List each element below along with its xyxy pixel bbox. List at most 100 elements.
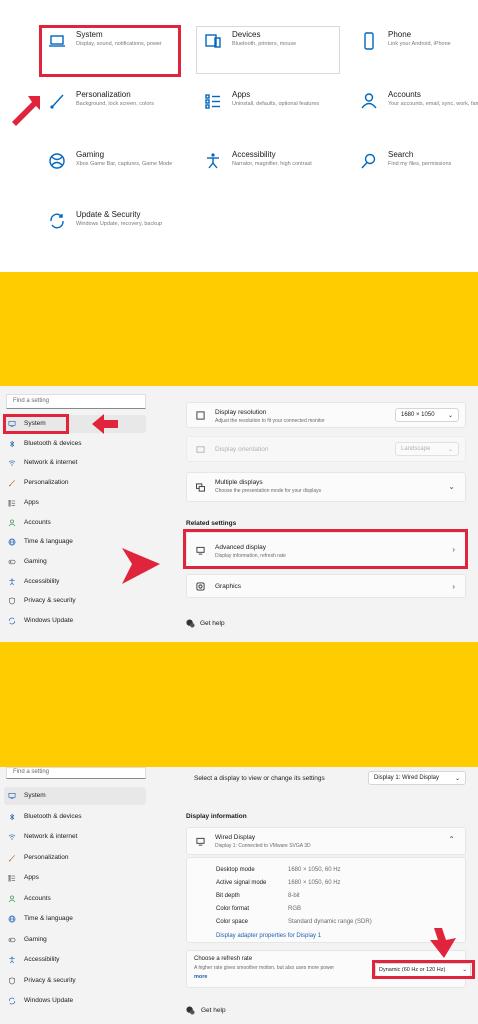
info-row: Desktop mode 1680 × 1050, 60 Hz xyxy=(216,867,341,873)
display-select-dropdown[interactable]: Display 1: Wired Display ⌄ xyxy=(368,771,466,785)
tile-update-security[interactable]: Update & Security Windows Update, recover… xyxy=(40,206,180,254)
tile-subtitle: Link your Android, iPhone xyxy=(388,41,451,47)
sidebar-item-apps[interactable]: Apps xyxy=(4,869,146,887)
sidebar-item-accounts[interactable]: Accounts xyxy=(4,890,146,908)
tile-title: Accessibility xyxy=(232,150,276,159)
get-help-link[interactable]: Get help xyxy=(201,1007,226,1014)
phone-icon xyxy=(360,32,378,50)
info-key: Desktop mode xyxy=(216,867,255,873)
refresh-rate-title: Choose a refresh rate xyxy=(194,956,253,962)
chevron-right-icon: › xyxy=(452,582,455,591)
wifi-icon xyxy=(8,833,16,841)
refresh-rate-more-link[interactable]: more xyxy=(194,974,207,980)
tile-search[interactable]: Search Find my files, permissions xyxy=(352,146,478,194)
sidebar-item-time-language[interactable]: Time & language xyxy=(4,910,146,928)
tile-phone[interactable]: Phone Link your Android, iPhone xyxy=(352,26,478,74)
multiple-displays-card[interactable]: Multiple displays Choose the presentatio… xyxy=(186,472,466,502)
search-input[interactable]: Find a setting xyxy=(6,767,146,779)
tile-personalization[interactable]: Personalization Background, lock screen, … xyxy=(40,86,180,134)
apps-icon xyxy=(8,874,16,882)
sidebar-item-accounts[interactable]: Accounts xyxy=(4,514,146,532)
adapter-properties-link[interactable]: Display adapter properties for Display 1 xyxy=(216,933,321,939)
sidebar-item-label: Apps xyxy=(24,874,39,881)
graphics-icon xyxy=(196,582,205,591)
info-key: Active signal mode xyxy=(216,880,267,886)
sidebar: Find a setting System Bluetooth & devices… xyxy=(0,767,150,1024)
shield-icon xyxy=(8,977,16,985)
orientation-icon xyxy=(196,446,205,453)
devices-tile-border xyxy=(196,26,340,74)
resolution-dropdown[interactable]: 1680 × 1050 ⌄ xyxy=(395,408,459,422)
info-row: Active signal mode 1680 × 1050, 60 Hz xyxy=(216,880,341,886)
sidebar-item-label: Windows Update xyxy=(24,997,74,1004)
graphics-card[interactable]: Graphics › xyxy=(186,574,466,598)
display-settings-panel: Find a setting System Bluetooth & devices… xyxy=(0,386,478,642)
multiple-displays-subtitle: Choose the presentation mode for your di… xyxy=(215,488,322,494)
tile-title: Gaming xyxy=(76,150,105,159)
sidebar-item-privacy-security[interactable]: Privacy & security xyxy=(4,592,146,610)
chevron-down-icon: ⌄ xyxy=(448,482,455,491)
update-icon xyxy=(8,997,16,1005)
tile-gaming[interactable]: Gaming Xbox Game Bar, captures, Game Mode xyxy=(40,146,180,194)
tile-accounts[interactable]: Accounts Your accounts, email, sync, work… xyxy=(352,86,478,134)
accessibility-icon xyxy=(8,578,16,586)
divider-band xyxy=(0,642,478,767)
tile-accessibility[interactable]: Accessibility Narrator, magnifier, high c… xyxy=(196,146,336,194)
info-row: Color format RGB xyxy=(216,906,301,912)
info-row: Color space Standard dynamic range (SDR) xyxy=(216,919,372,925)
divider-band xyxy=(0,272,478,386)
person-icon xyxy=(360,92,378,110)
sidebar-item-label: Time & language xyxy=(24,538,73,546)
sidebar-item-windows-update[interactable]: Windows Update xyxy=(4,992,146,1010)
sidebar-item-system[interactable]: System xyxy=(4,787,146,805)
brush-icon xyxy=(8,854,16,862)
refresh-rate-subtitle: A higher rate gives smoother motion, but… xyxy=(194,965,335,971)
sidebar-item-network-internet[interactable]: Network & internet xyxy=(4,828,146,846)
sidebar-item-windows-update[interactable]: Windows Update xyxy=(4,612,146,630)
sidebar-item-bluetooth-devices[interactable]: Bluetooth & devices xyxy=(4,435,146,453)
sidebar-item-label: Network & internet xyxy=(24,833,78,840)
gamepad-icon xyxy=(8,936,16,944)
system-highlight-box xyxy=(39,25,181,77)
multiple-displays-icon xyxy=(196,483,205,492)
multiple-displays-title: Multiple displays xyxy=(215,479,263,486)
sidebar-item-label: Gaming xyxy=(24,557,47,565)
sidebar-item-label: Personalization xyxy=(24,853,69,861)
red-arrow-icon xyxy=(430,928,456,958)
info-key: Color space xyxy=(216,919,249,925)
tile-apps[interactable]: Apps Uninstall, defaults, optional featur… xyxy=(196,86,336,134)
sidebar-item-label: Accessibility xyxy=(24,577,60,585)
brush-icon xyxy=(8,479,16,487)
resolution-icon xyxy=(196,411,205,420)
display-information-heading: Display information xyxy=(186,813,247,820)
select-display-label: Select a display to view or change its s… xyxy=(194,775,325,782)
sidebar-item-label: Bluetooth & devices xyxy=(24,812,82,820)
sidebar-item-privacy-security[interactable]: Privacy & security xyxy=(4,972,146,990)
resolution-title: Display resolution xyxy=(215,409,267,416)
sidebar-item-gaming[interactable]: Gaming xyxy=(4,931,146,949)
sidebar-item-label: System xyxy=(24,792,46,799)
red-arrow-icon xyxy=(92,414,118,434)
wired-display-subtitle: Display 1: Connected to VMware SVGA 3D xyxy=(215,843,311,849)
advanced-display-highlight-box xyxy=(183,529,468,569)
resolution-subtitle: Adjust the resolution to fit your connec… xyxy=(215,418,325,424)
sidebar-item-bluetooth-devices[interactable]: Bluetooth & devices xyxy=(4,808,146,826)
system-nav-highlight-box xyxy=(3,414,69,434)
shield-icon xyxy=(8,597,16,605)
sidebar-item-personalization[interactable]: Personalization xyxy=(4,849,146,867)
info-key: Color format xyxy=(216,906,250,912)
info-row: Bit depth 8-bit xyxy=(216,893,300,899)
sidebar-item-network-internet[interactable]: Network & internet xyxy=(4,454,146,472)
brush-icon xyxy=(48,92,66,110)
display-resolution-card[interactable]: Display resolution Adjust the resolution… xyxy=(186,402,466,428)
sidebar-item-accessibility[interactable]: Accessibility xyxy=(4,951,146,969)
search-input[interactable]: Find a setting xyxy=(6,394,146,409)
sidebar-item-personalization[interactable]: Personalization xyxy=(4,474,146,492)
red-arrow-icon xyxy=(122,548,160,584)
monitor-icon xyxy=(196,837,205,846)
sidebar-item-apps[interactable]: Apps xyxy=(4,494,146,512)
wired-display-header[interactable]: Wired Display Display 1: Connected to VM… xyxy=(186,827,466,855)
accessibility-icon xyxy=(204,152,222,170)
get-help-link[interactable]: Get help xyxy=(200,620,225,627)
sidebar-item-label: Accounts xyxy=(24,894,51,902)
